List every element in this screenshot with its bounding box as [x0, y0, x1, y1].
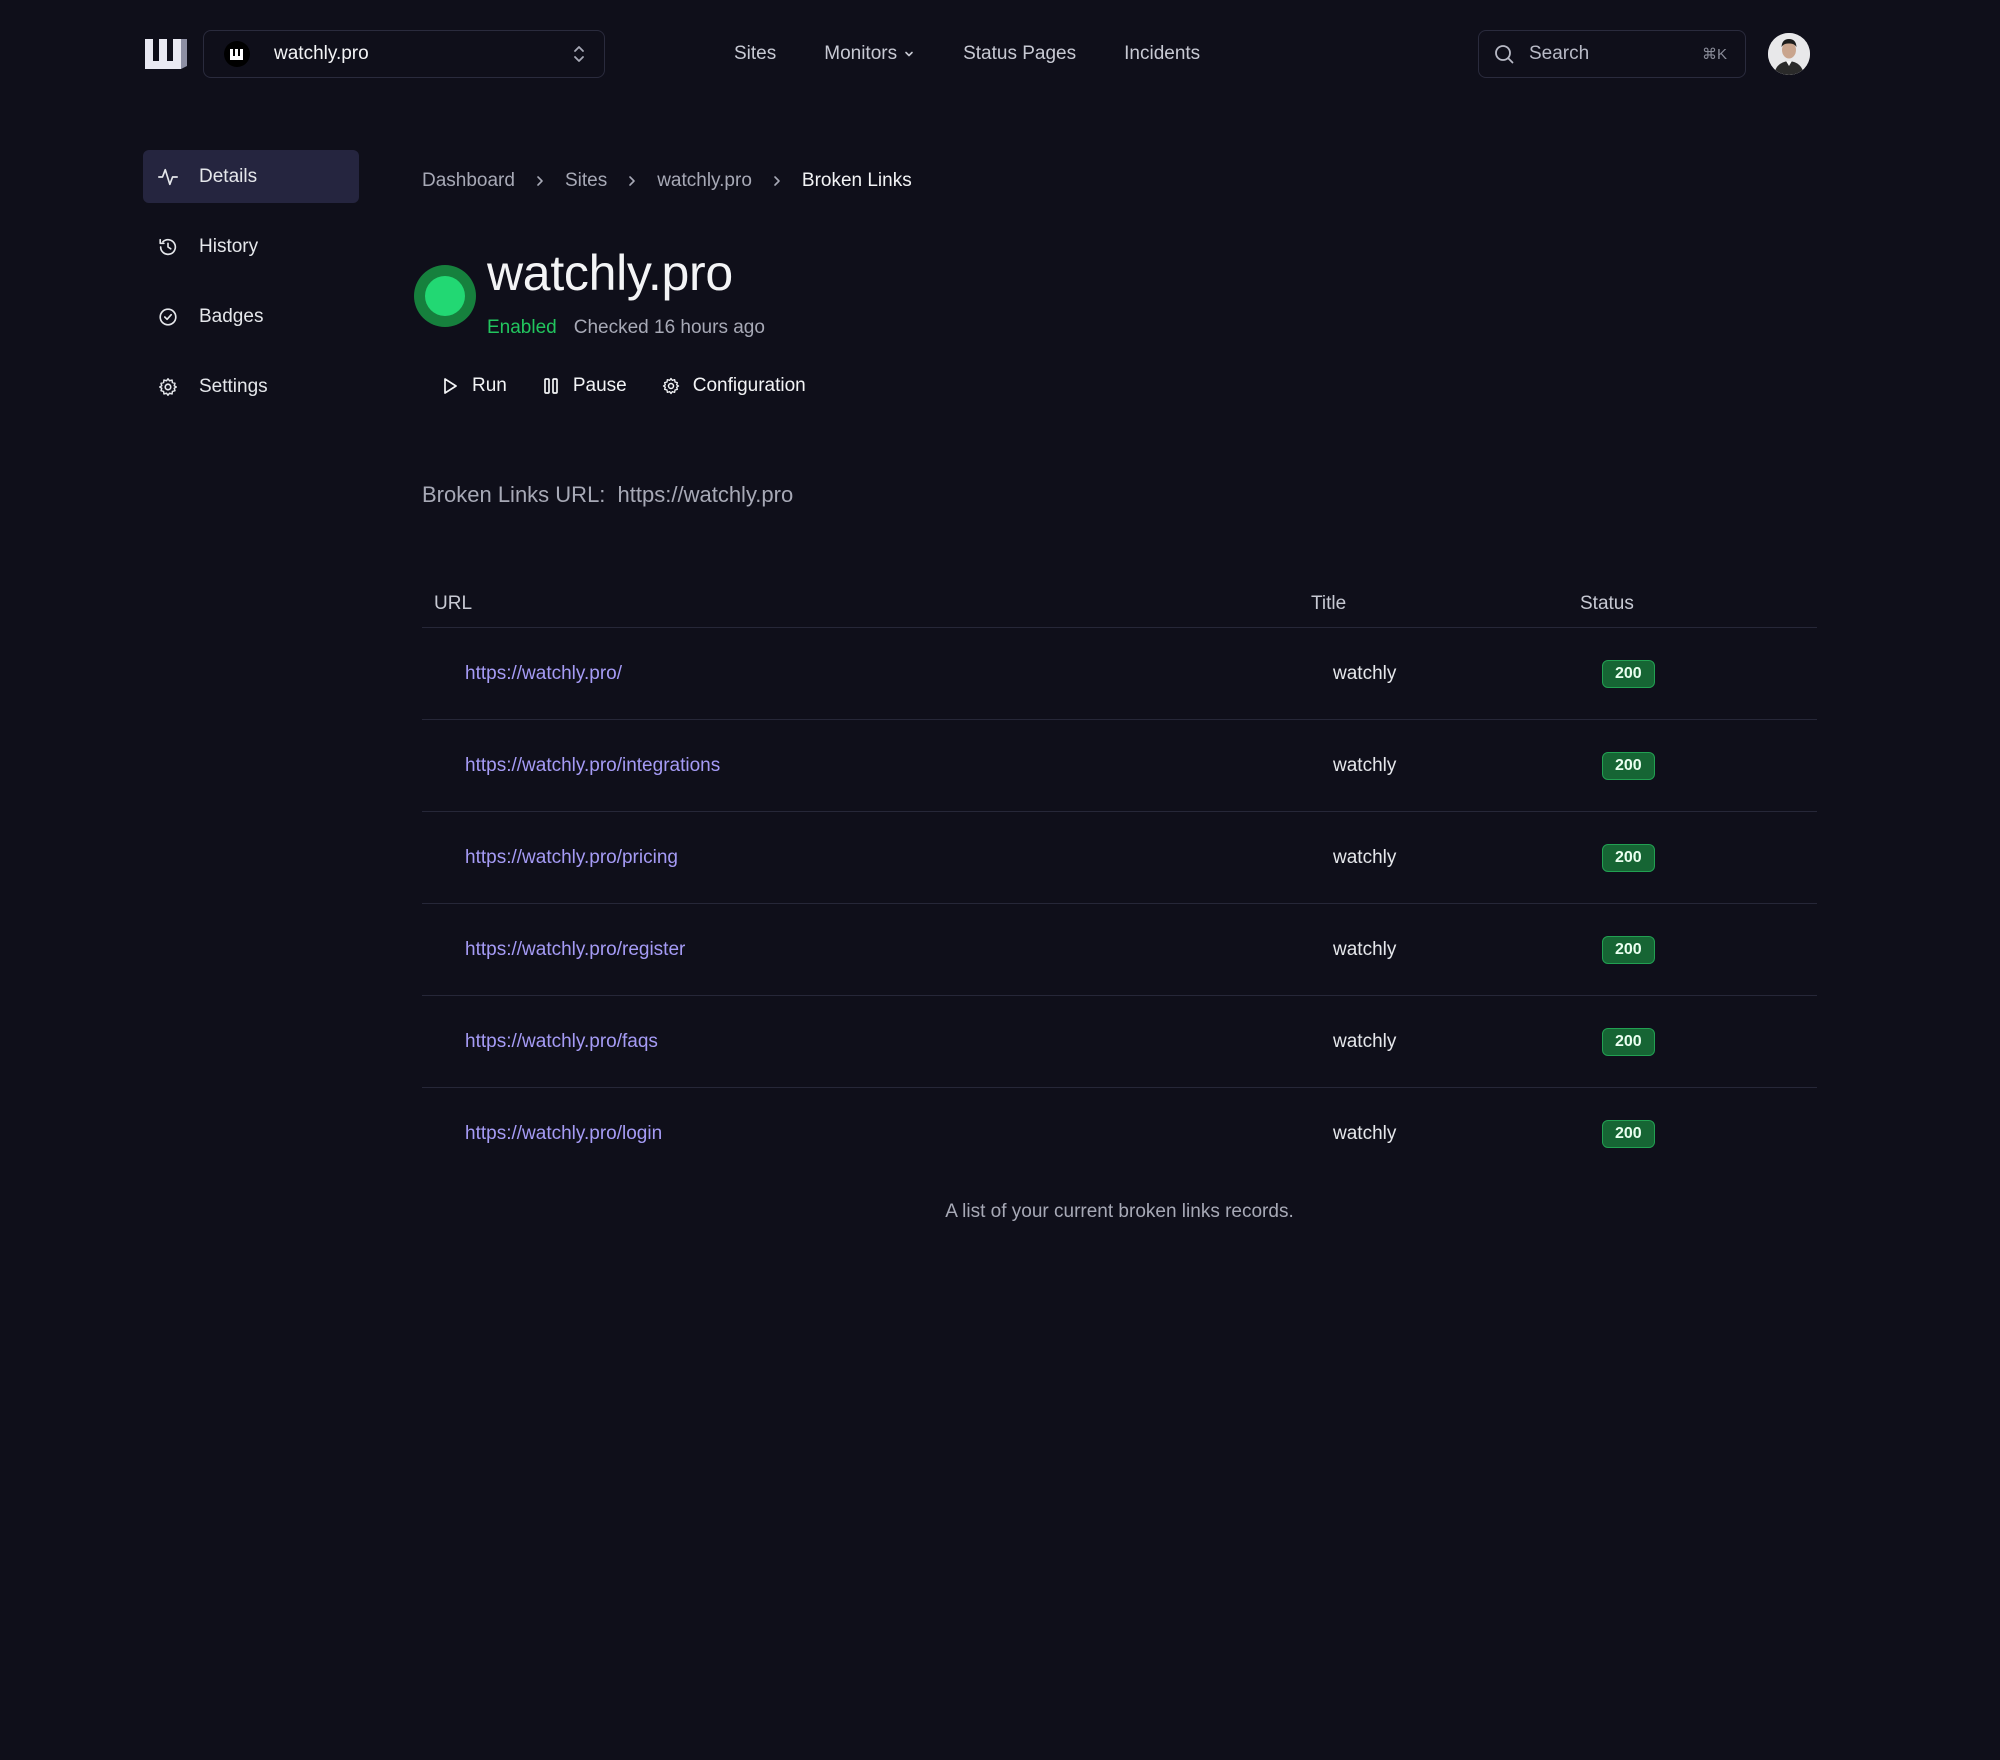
pause-button-label: Pause	[572, 375, 627, 396]
sidebar-item-history[interactable]: History	[143, 220, 359, 273]
sidebar-item-label: History	[199, 235, 259, 257]
gear-icon	[662, 377, 679, 395]
nav-sites-label: Sites	[734, 43, 777, 64]
site-meta: Enabled Checked 16 hours ago	[487, 317, 765, 339]
broken-links-url: Broken Links URL: https://watchly.pro	[422, 482, 793, 508]
chevron-right-icon	[772, 174, 782, 188]
status-indicator-dot	[425, 276, 465, 316]
row-url-link[interactable]: https://watchly.pro/faqs	[422, 1031, 1333, 1053]
table-header: URL Title Status	[422, 580, 1817, 628]
sidebar-item-label: Settings	[199, 375, 268, 397]
chevron-down-icon	[905, 51, 913, 57]
site-switcher-name: watchly.pro	[274, 43, 369, 64]
row-title: watchly	[1333, 846, 1397, 868]
table-row: https://watchly.pro/login watchly 200	[422, 1088, 1817, 1180]
sidebar-item-badges[interactable]: Badges	[143, 290, 359, 343]
search-shortcut: ⌘K	[1701, 46, 1727, 63]
status-badge: 200	[1602, 659, 1655, 688]
table-row: https://watchly.pro/integrations watchly…	[422, 720, 1817, 812]
broken-links-url-value: https://watchly.pro	[617, 482, 794, 507]
activity-icon	[158, 168, 178, 185]
nav-sites[interactable]: Sites	[734, 43, 776, 65]
sidebar-item-label: Details	[199, 165, 258, 187]
status-badge: 200	[1602, 935, 1655, 964]
badge-check-icon	[159, 307, 177, 326]
page-title: watchly.pro	[487, 245, 733, 301]
search-button[interactable]: Search ⌘K	[1478, 30, 1746, 78]
status-badge: 200	[1602, 1027, 1655, 1056]
nav-status-pages[interactable]: Status Pages	[963, 43, 1076, 65]
sidebar-item-label: Badges	[199, 305, 264, 327]
nav-incidents-label: Incidents	[1124, 43, 1201, 64]
table-row: https://watchly.pro/ watchly 200	[422, 628, 1817, 720]
row-title: watchly	[1333, 754, 1397, 776]
top-nav: Sites Monitors Status Pages Incidents	[734, 30, 1248, 78]
gear-icon	[159, 377, 177, 396]
chevron-right-icon	[535, 174, 545, 188]
table-row: https://watchly.pro/faqs watchly 200	[422, 996, 1817, 1088]
status-badge: 200	[1602, 1120, 1655, 1148]
status-text: Enabled	[487, 317, 557, 338]
column-header-title: Title	[1311, 592, 1347, 614]
chevron-right-icon	[627, 174, 637, 188]
history-icon	[159, 238, 177, 255]
status-badge: 200	[1602, 843, 1655, 872]
row-title: watchly	[1333, 662, 1397, 684]
table-row: https://watchly.pro/pricing watchly 200	[422, 812, 1817, 904]
page: watchly.pro Sites Monitors Status Pages …	[0, 0, 2000, 1760]
user-avatar-image	[1768, 33, 1810, 75]
breadcrumb-site[interactable]: watchly.pro	[657, 170, 752, 192]
configuration-button-label: Configuration	[692, 375, 806, 396]
search-label: Search	[1529, 43, 1590, 64]
nav-incidents[interactable]: Incidents	[1124, 43, 1200, 65]
row-title: watchly	[1333, 1123, 1397, 1144]
row-title: watchly	[1333, 1030, 1397, 1052]
nav-status-pages-label: Status Pages	[963, 43, 1077, 64]
search-icon	[1495, 45, 1514, 64]
chevron-up-down-icon	[574, 46, 584, 62]
sidebar: Details History Badges Settings	[143, 150, 359, 430]
column-header-status: Status	[1580, 592, 1634, 614]
pause-button[interactable]: Pause	[541, 375, 627, 397]
watchly-logo[interactable]	[143, 36, 189, 72]
breadcrumb-sites[interactable]: Sites	[565, 170, 607, 192]
broken-links-table: URL Title Status https://watchly.pro/ wa…	[422, 580, 1817, 1180]
row-url-link[interactable]: https://watchly.pro/pricing	[422, 847, 1333, 869]
breadcrumb-dashboard[interactable]: Dashboard	[422, 170, 515, 192]
configuration-button[interactable]: Configuration	[661, 375, 806, 397]
last-checked-text: Checked 16 hours ago	[573, 317, 765, 338]
column-header-url: URL	[434, 592, 473, 614]
table-row: https://watchly.pro/register watchly 200	[422, 904, 1817, 996]
run-button[interactable]: Run	[440, 375, 507, 397]
row-title: watchly	[1333, 938, 1397, 960]
watchly-mini-logo-icon	[230, 48, 243, 60]
breadcrumb: Dashboard Sites watchly.pro Broken Links	[422, 170, 912, 192]
status-badge: 200	[1602, 751, 1655, 780]
play-icon	[444, 378, 457, 394]
user-avatar[interactable]	[1768, 33, 1810, 75]
nav-monitors-label: Monitors	[824, 43, 898, 64]
table-caption: A list of your current broken links reco…	[945, 1201, 1294, 1222]
nav-monitors[interactable]: Monitors	[824, 43, 915, 65]
broken-links-url-label: Broken Links URL:	[422, 482, 606, 507]
sidebar-item-details[interactable]: Details	[143, 150, 359, 203]
top-header: watchly.pro Sites Monitors Status Pages …	[0, 0, 2000, 108]
row-url-link[interactable]: https://watchly.pro/register	[422, 939, 1333, 961]
run-button-label: Run	[472, 375, 507, 396]
site-switcher[interactable]: watchly.pro	[203, 30, 605, 78]
breadcrumb-current: Broken Links	[801, 170, 912, 191]
row-url-link[interactable]: https://watchly.pro/integrations	[422, 755, 1333, 777]
pause-icon	[544, 378, 558, 394]
action-bar: Run Pause Configuration	[440, 375, 840, 397]
row-url-link[interactable]: https://watchly.pro/login	[422, 1123, 1333, 1145]
status-indicator	[414, 265, 476, 327]
site-avatar	[224, 41, 250, 67]
row-url-link[interactable]: https://watchly.pro/	[422, 663, 1333, 685]
sidebar-item-settings[interactable]: Settings	[143, 360, 359, 413]
